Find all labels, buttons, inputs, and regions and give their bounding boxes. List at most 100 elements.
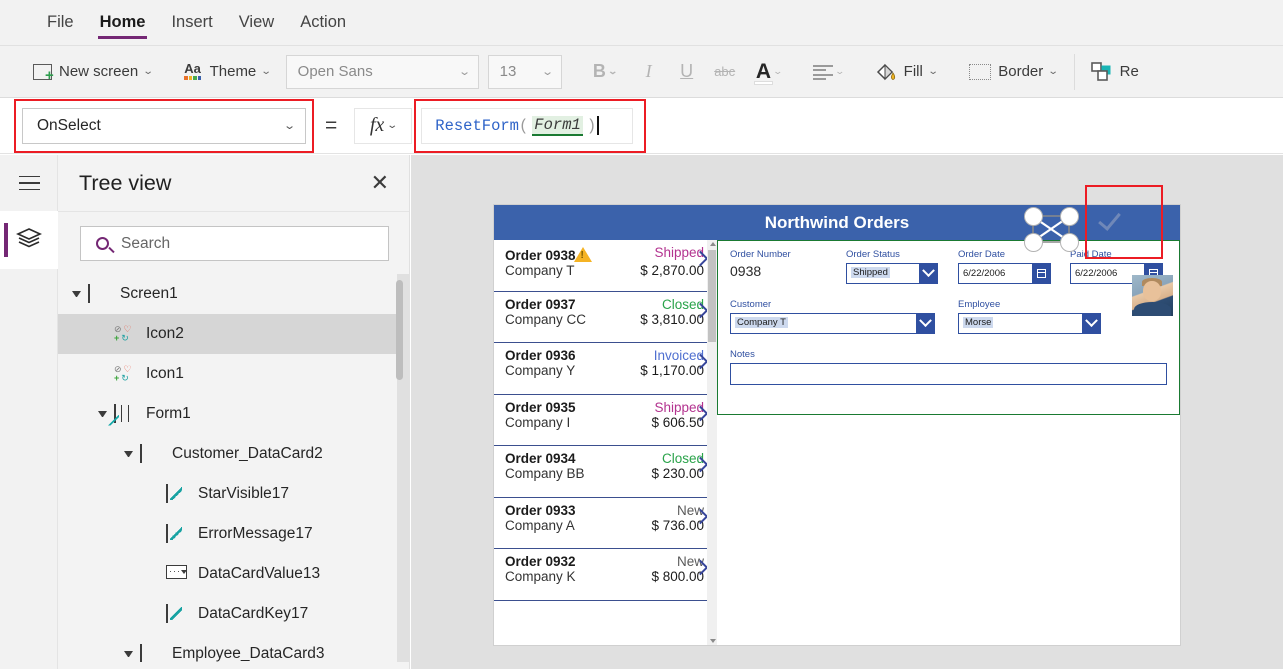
close-icon[interactable]: ✕: [371, 172, 389, 194]
chevron-down-icon: ⌄: [458, 66, 472, 78]
tree-view-header: Tree view ✕: [58, 155, 409, 212]
border-button[interactable]: Border ⌄: [960, 52, 1066, 92]
notes-input[interactable]: [730, 363, 1167, 385]
tree-scrollbar-track[interactable]: [396, 274, 409, 662]
menu-bar: File Home Insert View Action: [0, 0, 1283, 46]
reorder-button[interactable]: Re: [1082, 52, 1148, 92]
expand-arrow-icon[interactable]: [124, 651, 133, 660]
menu-item-home[interactable]: Home: [87, 0, 159, 46]
chevron-down-icon[interactable]: [1082, 314, 1100, 333]
expand-arrow-icon[interactable]: [124, 451, 133, 460]
customer-dropdown[interactable]: Company T: [730, 313, 935, 334]
formula-function-token: ResetForm: [435, 116, 519, 135]
tree-node-errormessage17[interactable]: ErrorMessage17: [58, 514, 409, 554]
italic-button[interactable]: I: [630, 52, 668, 92]
orders-gallery: Order 0938ShippedCompany T$ 2,870.00Orde…: [494, 240, 717, 645]
resize-handle-top-left[interactable]: [1024, 207, 1043, 226]
order-id: Order 0934: [505, 451, 576, 466]
tree-scrollbar[interactable]: [396, 274, 403, 662]
tree-scrollbar-thumb[interactable]: [396, 280, 403, 380]
chevron-down-icon[interactable]: [916, 314, 934, 333]
gallery-scrollbar[interactable]: [707, 240, 717, 645]
paid-date-value: 6/22/2006: [1075, 268, 1118, 279]
tree-node-icon2[interactable]: ⊘ ♡ + ↻ Icon2: [58, 314, 409, 354]
warning-icon: [573, 247, 592, 262]
gallery-scrollbar-thumb[interactable]: [708, 250, 716, 342]
employee-label: Employee: [958, 299, 1001, 310]
new-screen-icon: [33, 63, 54, 83]
order-form: Order Number 0938 Order Status Shipped O…: [717, 240, 1180, 415]
font-color-button[interactable]: A ⌄: [744, 52, 794, 92]
hamburger-menu-icon[interactable]: [0, 155, 58, 211]
gallery-item[interactable]: Order 0934 Closed Company BB $ 230.00: [494, 446, 717, 498]
gallery-item[interactable]: Order 0938ShippedCompany T$ 2,870.00: [494, 240, 717, 292]
fill-button[interactable]: Fill ⌄: [866, 52, 947, 92]
formula-input-wrap: ResetForm(Form1): [414, 98, 647, 153]
formula-input[interactable]: ResetForm(Form1): [421, 107, 634, 144]
formula-close-paren: ): [586, 116, 597, 135]
chevron-down-icon: ⌄: [541, 66, 555, 78]
strikethrough-button[interactable]: abc: [706, 52, 744, 92]
menu-item-insert[interactable]: Insert: [158, 0, 225, 46]
tree-node-starvisible17[interactable]: StarVisible17: [58, 474, 409, 514]
chevron-down-icon: ⌄: [1047, 66, 1060, 77]
scroll-down-arrow-icon[interactable]: [710, 639, 716, 643]
formula-identifier-token: Form1: [532, 115, 583, 136]
menu-item-view[interactable]: View: [226, 0, 287, 46]
order-number-label: Order Number: [730, 249, 791, 260]
tree-node-employee_datacard3[interactable]: Employee_DataCard3: [58, 634, 409, 662]
search-placeholder: Search: [121, 234, 171, 252]
scroll-up-arrow-icon[interactable]: [710, 242, 716, 246]
resize-handle-top-right[interactable]: [1060, 207, 1079, 226]
resize-handle-bottom-left[interactable]: [1024, 233, 1043, 252]
order-date-picker[interactable]: 6/22/2006: [958, 263, 1051, 284]
property-select[interactable]: OnSelect ⌄: [22, 107, 306, 144]
chevron-down-icon[interactable]: [919, 264, 937, 283]
gallery-item[interactable]: Order 0933 New Company A $ 736.00: [494, 497, 717, 549]
tree-node-icon: [108, 403, 137, 426]
expand-arrow-icon[interactable]: [72, 291, 81, 300]
tree-node-datacardkey17[interactable]: DataCardKey17: [58, 594, 409, 634]
tree-node-label: Employee_DataCard3: [172, 645, 325, 662]
expand-arrow-placeholder: [98, 330, 107, 339]
active-indicator: [4, 223, 8, 257]
gallery-item[interactable]: Order 0936 Invoiced Company Y $ 1,170.00: [494, 343, 717, 395]
tree-node-form1[interactable]: Form1: [58, 394, 409, 434]
order-company: Company T: [505, 263, 575, 278]
bold-button[interactable]: B ⌄: [580, 52, 630, 92]
formula-bar: OnSelect ⌄ = fx ⌄ ResetForm(Form1): [0, 98, 1283, 154]
tree-view-rail-button[interactable]: [0, 211, 58, 269]
tree-node-icon1[interactable]: ⊘ ♡ + ↻ Icon1: [58, 354, 409, 394]
resize-handle-bottom-right[interactable]: [1060, 233, 1079, 252]
order-company: Company Y: [505, 363, 576, 378]
theme-button[interactable]: Aa Theme ⌄: [174, 52, 280, 92]
expand-arrow-icon[interactable]: [98, 411, 107, 420]
align-button[interactable]: ⌄: [804, 52, 854, 92]
selection-handles: [1022, 205, 1080, 253]
tree-node-customer_datacard2[interactable]: Customer_DataCard2: [58, 434, 409, 474]
tree-node-icon: [88, 283, 111, 304]
menu-item-action[interactable]: Action: [287, 0, 359, 46]
expand-arrow-placeholder: [150, 490, 159, 499]
tree-node-datacardvalue13[interactable]: ··· DataCardValue13: [58, 554, 409, 594]
font-family-select[interactable]: Open Sans ⌄: [285, 54, 479, 89]
new-screen-button[interactable]: New screen ⌄: [24, 52, 162, 92]
order-status-dropdown[interactable]: Shipped: [846, 263, 938, 284]
gallery-item[interactable]: Order 0935 Shipped Company I $ 606.50: [494, 394, 717, 446]
expand-arrow-placeholder: [150, 610, 159, 619]
search-input[interactable]: Search: [80, 226, 389, 261]
font-size-value: 13: [499, 63, 517, 80]
font-size-select[interactable]: 13 ⌄: [487, 54, 562, 89]
new-screen-label: New screen: [59, 63, 139, 80]
gallery-item[interactable]: Order 0937 Closed Company CC $ 3,810.00: [494, 291, 717, 343]
tree-node-screen1[interactable]: Screen1: [58, 274, 409, 314]
theme-icon: Aa: [183, 62, 203, 81]
fx-button[interactable]: fx ⌄: [354, 107, 413, 144]
underline-button[interactable]: U: [668, 52, 706, 92]
gallery-item[interactable]: Order 0932 New Company K $ 800.00: [494, 549, 717, 601]
powerapps-studio: File Home Insert View Action New screen …: [0, 0, 1283, 669]
employee-dropdown[interactable]: Morse: [958, 313, 1101, 334]
calendar-icon[interactable]: [1032, 264, 1050, 283]
menu-item-file[interactable]: File: [34, 0, 87, 46]
notes-label: Notes: [730, 349, 755, 360]
